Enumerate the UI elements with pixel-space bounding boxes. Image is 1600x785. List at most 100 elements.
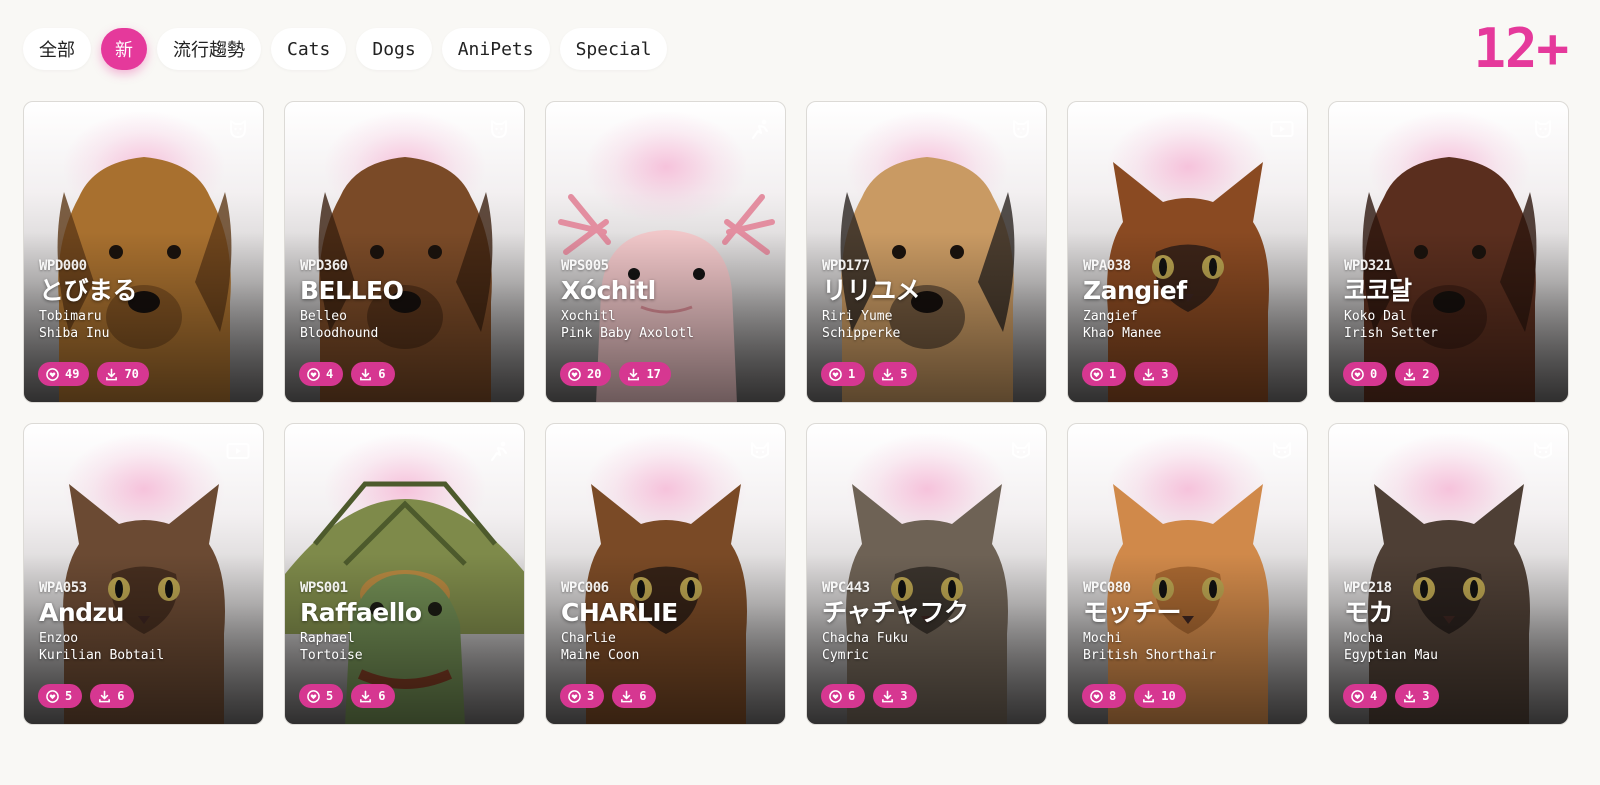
- pet-code: WPC080: [1083, 580, 1131, 596]
- pet-breed: British Shorthair: [1083, 648, 1217, 663]
- pet-info: WPS005 Xóchitl Xochitl Pink Baby Axolotl: [561, 258, 775, 342]
- downloads-badge[interactable]: 3: [1395, 684, 1440, 708]
- pet-portrait: [1329, 102, 1568, 402]
- likes-count: 4: [1370, 689, 1378, 703]
- downloads-badge[interactable]: 70: [97, 362, 149, 386]
- downloads-badge[interactable]: 17: [619, 362, 671, 386]
- likes-badge[interactable]: 5: [38, 684, 83, 708]
- heart-icon: [1090, 689, 1103, 703]
- cat-icon: [1530, 438, 1556, 464]
- download-icon: [1403, 368, 1416, 381]
- downloads-count: 6: [117, 689, 125, 703]
- tab-2[interactable]: 流行趨勢: [157, 28, 261, 70]
- pet-code: WPD000: [39, 258, 87, 274]
- pet-portrait: [1068, 424, 1307, 724]
- pet-portrait: [1329, 424, 1568, 724]
- pet-name: Andzu: [39, 598, 124, 627]
- pet-card[interactable]: WPC443 チャチャフク Chacha Fuku Cymric 6 3: [806, 423, 1047, 725]
- pet-card[interactable]: WPD000 とびまる Tobimaru Shiba Inu 49 70: [23, 101, 264, 403]
- pet-info: WPD177 リリユメ Riri Yume Schipperke: [822, 258, 1036, 342]
- special-icon: [747, 116, 773, 142]
- likes-badge[interactable]: 6: [821, 684, 866, 708]
- tab-0[interactable]: 全部: [23, 28, 91, 70]
- pet-breed: Cymric: [822, 648, 869, 663]
- downloads-badge[interactable]: 6: [612, 684, 657, 708]
- likes-count: 5: [326, 689, 334, 703]
- download-icon: [359, 368, 372, 381]
- likes-count: 8: [1109, 689, 1117, 703]
- pet-name: Raffaello: [300, 598, 422, 627]
- pet-breed: Schipperke: [822, 326, 901, 341]
- heart-icon: [1351, 367, 1364, 381]
- pet-card[interactable]: WPC218 モカ Mocha Egyptian Mau 4 3: [1328, 423, 1569, 725]
- pet-code: WPA038: [1083, 258, 1131, 274]
- downloads-badge[interactable]: 5: [873, 362, 918, 386]
- pet-code: WPC006: [561, 580, 609, 596]
- cat-icon: [747, 438, 773, 464]
- pet-grid: WPD000 とびまる Tobimaru Shiba Inu 49 70 WPD360 BEL…: [23, 101, 1569, 725]
- pet-romaji: Chacha Fuku: [822, 631, 909, 646]
- pet-romaji: Charlie: [561, 631, 616, 646]
- downloads-count: 6: [639, 689, 647, 703]
- download-icon: [881, 368, 894, 381]
- likes-badge[interactable]: 1: [821, 362, 866, 386]
- pet-card[interactable]: WPD177 リリユメ Riri Yume Schipperke 1 5: [806, 101, 1047, 403]
- pet-stats: 43: [1343, 684, 1440, 708]
- pet-code: WPC218: [1344, 580, 1392, 596]
- cat-icon: [1269, 438, 1295, 464]
- tab-4[interactable]: Dogs: [356, 28, 432, 70]
- likes-badge[interactable]: 3: [560, 684, 605, 708]
- tab-5[interactable]: AniPets: [441, 28, 550, 70]
- pet-portrait: [24, 102, 263, 402]
- pet-romaji: Mochi: [1083, 631, 1123, 646]
- pet-info: WPA038 Zangief Zangief Khao Manee: [1083, 258, 1297, 342]
- downloads-badge[interactable]: 10: [1134, 684, 1186, 708]
- likes-badge[interactable]: 5: [299, 684, 344, 708]
- downloads-count: 3: [1422, 689, 1430, 703]
- downloads-badge[interactable]: 6: [90, 684, 135, 708]
- pet-name: チャチャフク: [822, 598, 969, 627]
- pet-card[interactable]: WPD321 코코달 Koko Dal Irish Setter 0 2: [1328, 101, 1569, 403]
- likes-badge[interactable]: 49: [38, 362, 90, 386]
- downloads-badge[interactable]: 3: [1134, 362, 1179, 386]
- pet-card[interactable]: WPD360 BELLEO Belleo Bloodhound 4 6: [284, 101, 525, 403]
- likes-count: 49: [65, 367, 80, 381]
- pet-card[interactable]: WPA038 Zangief Zangief Khao Manee 1 3: [1067, 101, 1308, 403]
- pet-name: モカ: [1344, 598, 1394, 627]
- tab-1[interactable]: 新: [101, 28, 147, 70]
- tab-3[interactable]: Cats: [271, 28, 347, 70]
- pet-card[interactable]: WPS005 Xóchitl Xochitl Pink Baby Axolotl 20 1…: [545, 101, 786, 403]
- pet-portrait: [546, 424, 785, 724]
- anipet-icon: [225, 438, 251, 464]
- dog-icon: [486, 116, 512, 142]
- pet-code: WPD177: [822, 258, 870, 274]
- likes-badge[interactable]: 0: [1343, 362, 1388, 386]
- pet-card[interactable]: WPA053 Andzu Enzoo Kurilian Bobtail 5 6: [23, 423, 264, 725]
- likes-badge[interactable]: 8: [1082, 684, 1127, 708]
- pet-card[interactable]: WPC006 CHARLIE Charlie Maine Coon 3 6: [545, 423, 786, 725]
- pet-breed: Tortoise: [300, 648, 363, 663]
- downloads-count: 6: [378, 367, 386, 381]
- heart-icon: [568, 367, 581, 381]
- downloads-count: 3: [900, 689, 908, 703]
- likes-badge[interactable]: 4: [299, 362, 344, 386]
- likes-badge[interactable]: 4: [1343, 684, 1388, 708]
- likes-badge[interactable]: 1: [1082, 362, 1127, 386]
- downloads-badge[interactable]: 2: [1395, 362, 1440, 386]
- pet-portrait: [285, 102, 524, 402]
- pet-card[interactable]: WPS001 Raffaello Raphael Tortoise 5 6: [284, 423, 525, 725]
- pet-romaji: Belleo: [300, 309, 347, 324]
- pet-info: WPC006 CHARLIE Charlie Maine Coon: [561, 580, 775, 664]
- downloads-badge[interactable]: 6: [351, 684, 396, 708]
- pet-breed: Pink Baby Axolotl: [561, 326, 695, 341]
- pet-breed: Bloodhound: [300, 326, 379, 341]
- pet-card[interactable]: WPC080 モッチー Mochi British Shorthair 8 10: [1067, 423, 1308, 725]
- pet-name: Zangief: [1083, 276, 1187, 305]
- downloads-badge[interactable]: 6: [351, 362, 396, 386]
- likes-badge[interactable]: 20: [560, 362, 612, 386]
- pet-romaji: Xochitl: [561, 309, 616, 324]
- downloads-badge[interactable]: 3: [873, 684, 918, 708]
- pet-name: とびまる: [39, 276, 138, 305]
- tab-6[interactable]: Special: [559, 28, 668, 70]
- download-icon: [620, 690, 633, 703]
